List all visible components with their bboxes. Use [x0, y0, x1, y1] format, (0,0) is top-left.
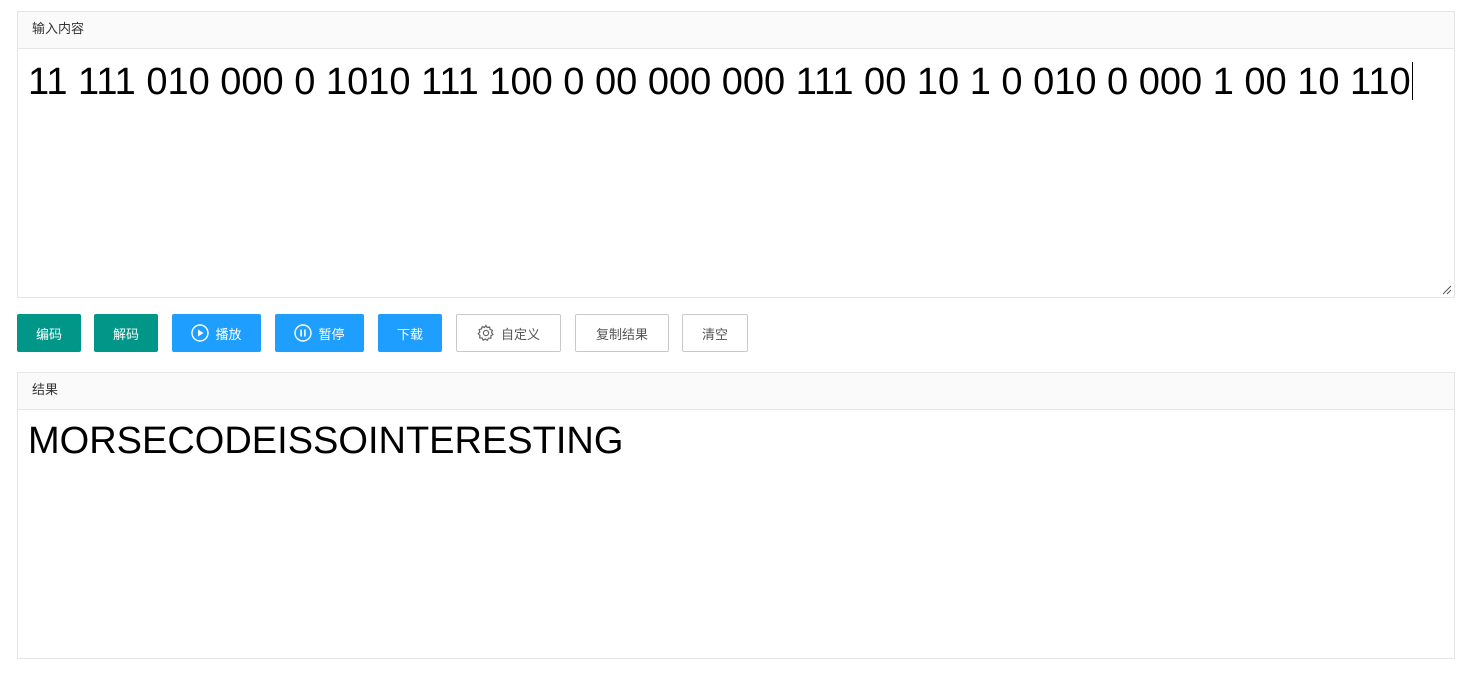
play-button-label: 播放 — [215, 327, 242, 343]
result-output[interactable]: MORSECODEISSOINTERESTING — [18, 410, 1454, 658]
encode-button-label: 编码 — [35, 327, 62, 343]
clear-button-label: 清空 — [701, 327, 728, 343]
input-panel: 输入内容 11 111 010 000 0 1010 111 100 0 00 … — [17, 11, 1455, 298]
pause-button-label: 暂停 — [318, 327, 345, 343]
copy-result-button-label: 复制结果 — [595, 327, 648, 343]
play-button[interactable]: 播放 — [172, 314, 261, 352]
custom-button-label: 自定义 — [500, 327, 540, 343]
pause-button[interactable]: 暂停 — [275, 314, 364, 352]
text-caret — [1411, 62, 1413, 100]
encode-button[interactable]: 编码 — [17, 314, 81, 352]
play-circle-icon — [191, 324, 210, 342]
result-panel-header: 结果 — [18, 373, 1454, 410]
input-textarea[interactable]: 11 111 010 000 0 1010 111 100 0 00 000 0… — [18, 49, 1454, 297]
result-text: MORSECODEISSOINTERESTING — [28, 420, 624, 462]
download-button-label: 下载 — [396, 327, 423, 343]
result-panel: 结果 MORSECODEISSOINTERESTING — [17, 372, 1455, 659]
input-text: 11 111 010 000 0 1010 111 100 0 00 000 0… — [28, 61, 1411, 103]
pause-circle-icon — [294, 324, 313, 342]
input-panel-header: 输入内容 — [18, 12, 1454, 49]
decode-button[interactable]: 解码 — [94, 314, 158, 352]
custom-button[interactable]: 自定义 — [456, 314, 561, 352]
gear-icon — [477, 324, 495, 342]
copy-result-button[interactable]: 复制结果 — [575, 314, 669, 352]
download-button[interactable]: 下载 — [378, 314, 442, 352]
clear-button[interactable]: 清空 — [682, 314, 748, 352]
resize-grip-icon[interactable] — [1442, 285, 1452, 295]
decode-button-label: 解码 — [112, 327, 139, 343]
